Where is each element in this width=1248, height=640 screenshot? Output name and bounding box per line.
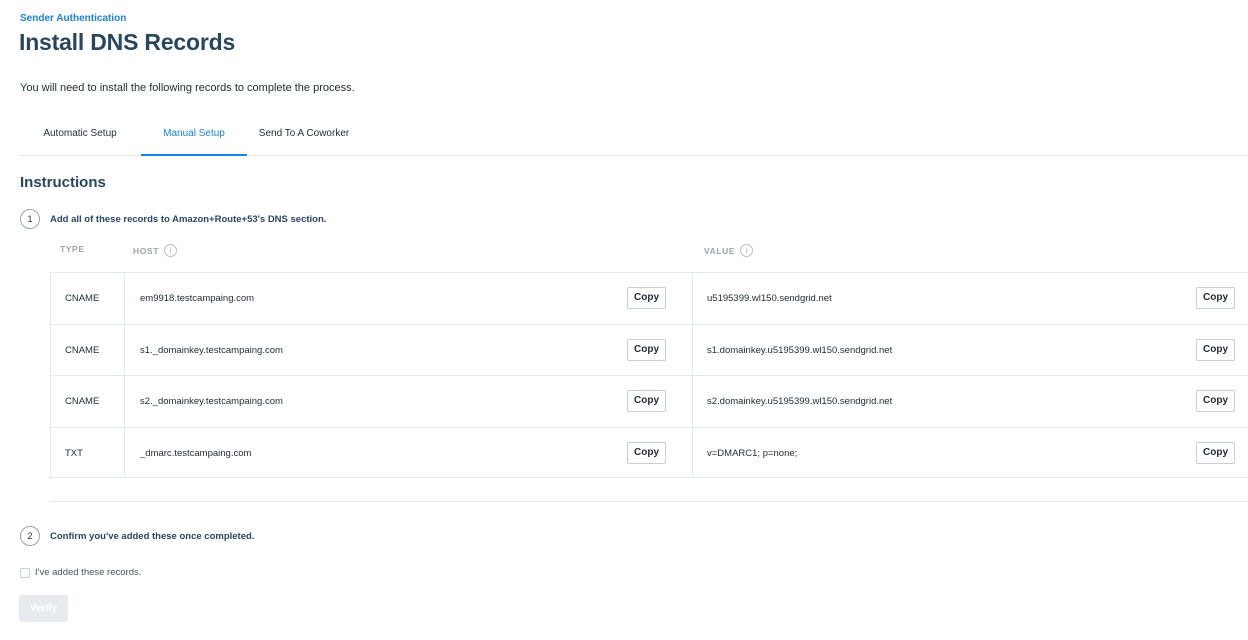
record-type: CNAME: [50, 324, 125, 375]
column-header-type-label: TYPE: [60, 244, 85, 254]
copy-value-button[interactable]: Copy: [1196, 338, 1235, 361]
copy-value-button[interactable]: Copy: [1196, 390, 1235, 412]
records-added-checkbox[interactable]: [20, 568, 30, 578]
tab-manual-setup[interactable]: Manual Setup: [141, 118, 247, 156]
column-divider: [692, 324, 693, 375]
column-header-type: TYPE: [60, 244, 85, 254]
eyebrow-label: Sender Authentication: [20, 13, 127, 24]
table-row: CNAME em9918.testcampaing.com Copy u5195…: [50, 272, 1248, 324]
record-value: u5195399.wl150.sendgrid.net: [707, 293, 832, 304]
table-row: CNAME s1._domainkey.testcampaing.com Cop…: [50, 323, 1248, 375]
record-type: CNAME: [50, 273, 125, 324]
column-divider: [692, 273, 693, 324]
column-header-value: VALUE i: [704, 244, 754, 257]
record-host: s1._domainkey.testcampaing.com: [140, 344, 283, 356]
record-value: v=DMARC1; p=none;: [707, 447, 798, 459]
copy-host-button[interactable]: Copy: [627, 338, 666, 361]
column-header-value-label: VALUE: [704, 245, 736, 256]
step-2-number: 2: [20, 526, 40, 546]
instructions-title: Instructions: [20, 174, 106, 191]
record-host: em9918.testcampaing.com: [140, 293, 255, 304]
column-divider: [692, 427, 693, 477]
column-header-host: HOST i: [133, 244, 178, 257]
record-host: s2._domainkey.testcampaing.com: [140, 396, 283, 407]
copy-value-button[interactable]: Copy: [1196, 441, 1235, 464]
table-row: CNAME s2._domainkey.testcampaing.com Cop…: [50, 375, 1248, 427]
page-title: Install DNS Records: [19, 29, 236, 55]
tab-automatic-setup[interactable]: Automatic Setup: [20, 118, 140, 156]
step-2-text: Confirm you've added these once complete…: [50, 531, 255, 542]
host-info-icon[interactable]: i: [164, 244, 178, 257]
column-header-host-label: HOST: [133, 245, 160, 256]
records-added-label[interactable]: I've added these records.: [35, 567, 141, 578]
table-row: TXT _dmarc.testcampaing.com Copy v=DMARC…: [50, 426, 1248, 478]
copy-value-button[interactable]: Copy: [1196, 287, 1235, 309]
section-divider: [50, 501, 1248, 502]
copy-host-button[interactable]: Copy: [627, 287, 666, 309]
value-info-icon[interactable]: i: [740, 244, 754, 257]
column-divider: [692, 376, 693, 427]
record-value: s1.domainkey.u5195399.wl150.sendgrid.net: [707, 344, 893, 356]
record-type: TXT: [50, 427, 125, 477]
copy-host-button[interactable]: Copy: [627, 441, 666, 464]
dns-records-table: CNAME em9918.testcampaing.com Copy u5195…: [50, 272, 1248, 478]
record-type: CNAME: [50, 376, 125, 427]
copy-host-button[interactable]: Copy: [627, 390, 666, 412]
tab-send-to-coworker[interactable]: Send To A Coworker: [248, 118, 360, 156]
record-host: _dmarc.testcampaing.com: [140, 447, 252, 459]
verify-button[interactable]: Verify: [19, 595, 68, 622]
step-1-number: 1: [20, 209, 40, 229]
intro-text: You will need to install the following r…: [20, 82, 355, 94]
step-1-text: Add all of these records to Amazon+Route…: [50, 214, 327, 225]
record-value: s2.domainkey.u5195399.wl150.sendgrid.net: [707, 396, 893, 407]
setup-tabs: Automatic Setup Manual Setup Send To A C…: [20, 118, 1248, 156]
